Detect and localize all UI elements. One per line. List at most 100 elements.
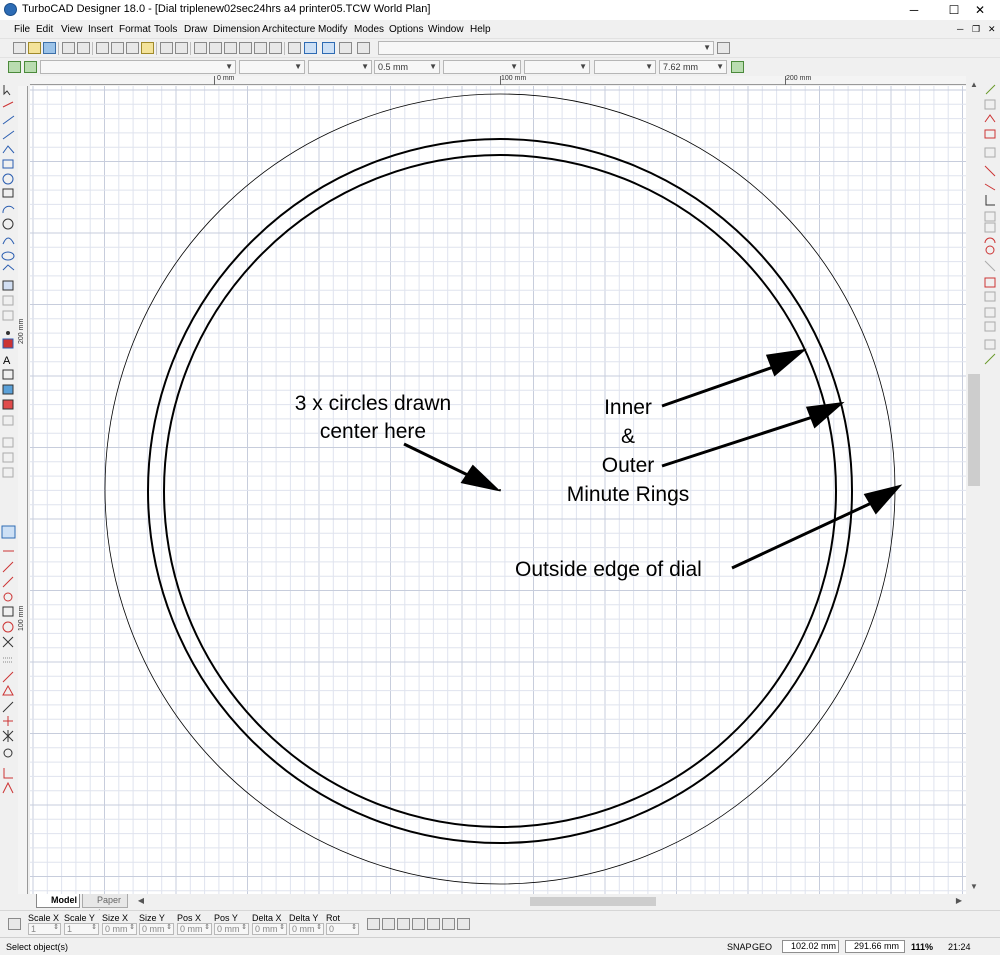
pos-y-field[interactable]: 0 mm ⇕ (214, 923, 249, 935)
vertical-scroll-thumb[interactable] (968, 374, 980, 486)
height-combo[interactable]: 7.62 mm ▼ (659, 60, 727, 74)
help-pointer-icon[interactable] (717, 42, 730, 54)
mdi-minimize-button[interactable]: ─ (957, 24, 963, 34)
tab-model[interactable]: Model (36, 894, 80, 908)
turbocad-app-icon[interactable] (4, 3, 17, 16)
spinner-icon[interactable]: ⇕ (53, 924, 59, 933)
spinner-icon[interactable]: ⇕ (351, 924, 357, 933)
drawing-svg[interactable]: 3 x circles drawn center here Inner & Ou… (30, 86, 966, 894)
pos-x-field[interactable]: 0 mm ⇕ (177, 923, 212, 935)
new-file-icon[interactable] (13, 42, 26, 54)
layer-combo[interactable]: ▼ (40, 60, 236, 74)
menu-edit[interactable]: Edit (36, 24, 53, 35)
layer-icon[interactable] (339, 42, 352, 54)
scroll-right-icon[interactable]: ▶ (952, 894, 966, 908)
spinner-icon[interactable]: ⇕ (279, 924, 285, 933)
delta-x-field[interactable]: 0 mm ⇕ (252, 923, 287, 935)
spinner-icon[interactable]: ⇕ (91, 924, 97, 933)
cut-icon[interactable] (96, 42, 109, 54)
spinner-icon[interactable]: ⇕ (204, 924, 210, 933)
geo-indicator[interactable]: GEO (752, 942, 772, 952)
line-style-combo[interactable]: ▼ (308, 60, 372, 74)
menu-dimension[interactable]: Dimension (213, 24, 260, 35)
command-combo[interactable]: ▼ (378, 41, 714, 55)
menu-window[interactable]: Window (428, 24, 464, 35)
redo-icon[interactable] (175, 42, 188, 54)
size-x-field[interactable]: 0 mm ⇕ (102, 923, 137, 935)
pattern-combo[interactable]: ▼ (443, 60, 521, 74)
size-x-value: 0 mm (105, 924, 128, 934)
open-file-icon[interactable] (28, 42, 41, 54)
zoom-out-icon[interactable] (209, 42, 222, 54)
menu-insert[interactable]: Insert (88, 24, 113, 35)
rot-field[interactable]: 0 ⇕ (326, 923, 359, 935)
check-icon[interactable] (288, 42, 301, 54)
color-picker-icon[interactable] (397, 918, 410, 930)
zoom-window-icon[interactable] (224, 42, 237, 54)
zoom-level[interactable]: 111% (911, 942, 933, 952)
paste-icon[interactable] (126, 42, 139, 54)
format-painter-icon[interactable] (141, 42, 154, 54)
properties-icon[interactable] (357, 42, 370, 54)
zoom-extents-icon[interactable] (239, 42, 252, 54)
horizontal-scroll-thumb[interactable] (530, 897, 656, 906)
spinner-icon[interactable]: ⇕ (166, 924, 172, 933)
undo-icon[interactable] (160, 42, 173, 54)
zoom-in-icon[interactable] (194, 42, 207, 54)
menu-help[interactable]: Help (470, 24, 491, 35)
ortho-icon[interactable] (367, 918, 380, 930)
scale-x-field[interactable]: 1 ⇕ (28, 923, 61, 935)
mdi-close-button[interactable]: ✕ (988, 24, 996, 35)
save-icon[interactable] (43, 42, 56, 54)
modify-tools-strip[interactable] (982, 80, 1000, 910)
rotate-icon[interactable] (457, 918, 470, 930)
line-width-combo[interactable]: 0.5 mm ▼ (374, 60, 440, 74)
pen-icon[interactable] (731, 61, 744, 73)
menu-format[interactable]: Format (119, 24, 151, 35)
lock-icon[interactable] (382, 918, 395, 930)
spinner-icon[interactable]: ⇕ (129, 924, 135, 933)
menu-view[interactable]: View (61, 24, 83, 35)
copy-icon[interactable] (111, 42, 124, 54)
menu-modes[interactable]: Modes (354, 24, 384, 35)
layer-manager-icon[interactable] (24, 61, 37, 73)
move-icon[interactable] (442, 918, 455, 930)
menu-modify[interactable]: Modify (318, 24, 347, 35)
mirror-icon[interactable] (412, 918, 425, 930)
print-preview-icon[interactable] (77, 42, 90, 54)
stretch-icon (984, 260, 996, 272)
print-icon[interactable] (62, 42, 75, 54)
edit-tool-icon[interactable] (322, 42, 335, 54)
zoom-previous-icon[interactable] (254, 42, 267, 54)
spinner-icon[interactable]: ⇕ (316, 924, 322, 933)
menu-tools[interactable]: Tools (154, 24, 177, 35)
menu-draw[interactable]: Draw (184, 24, 207, 35)
draw-tools-strip[interactable]: A (0, 80, 18, 910)
scroll-down-icon[interactable]: ▼ (966, 880, 982, 894)
inspector-grid-icon[interactable] (8, 918, 21, 930)
close-button[interactable]: ✕ (960, 0, 1000, 20)
mdi-restore-button[interactable]: ❐ (972, 24, 980, 35)
tab-paper-1[interactable]: Paper 1 (82, 894, 128, 918)
menu-options[interactable]: Options (389, 24, 423, 35)
delta-y-field[interactable]: 0 mm ⇕ (289, 923, 324, 935)
scale-y-field[interactable]: 1 ⇕ (64, 923, 99, 935)
color-combo[interactable]: ▼ (239, 60, 305, 74)
pan-icon[interactable] (269, 42, 282, 54)
settings-icon[interactable] (8, 61, 21, 73)
size-y-field[interactable]: 0 mm ⇕ (139, 923, 174, 935)
font-combo[interactable]: ▼ (594, 60, 656, 74)
fill-combo[interactable]: ▼ (524, 60, 590, 74)
menu-file[interactable]: File (14, 24, 30, 35)
select-mode-icon[interactable] (304, 42, 317, 54)
flip-icon[interactable] (427, 918, 440, 930)
scroll-up-icon[interactable]: ▲ (966, 78, 982, 92)
snap-mode-icon (1, 525, 16, 539)
menu-architecture[interactable]: Architecture (262, 24, 315, 35)
snap-indicator[interactable]: SNAP (727, 942, 752, 952)
spinner-icon[interactable]: ⇕ (241, 924, 247, 933)
scroll-left-icon[interactable]: ◀ (134, 894, 148, 908)
minimize-button[interactable]: ─ (894, 0, 934, 20)
drawing-canvas[interactable]: 3 x circles drawn center here Inner & Ou… (30, 86, 966, 894)
vertical-scrollbar[interactable]: ▲ ▼ (966, 78, 982, 894)
